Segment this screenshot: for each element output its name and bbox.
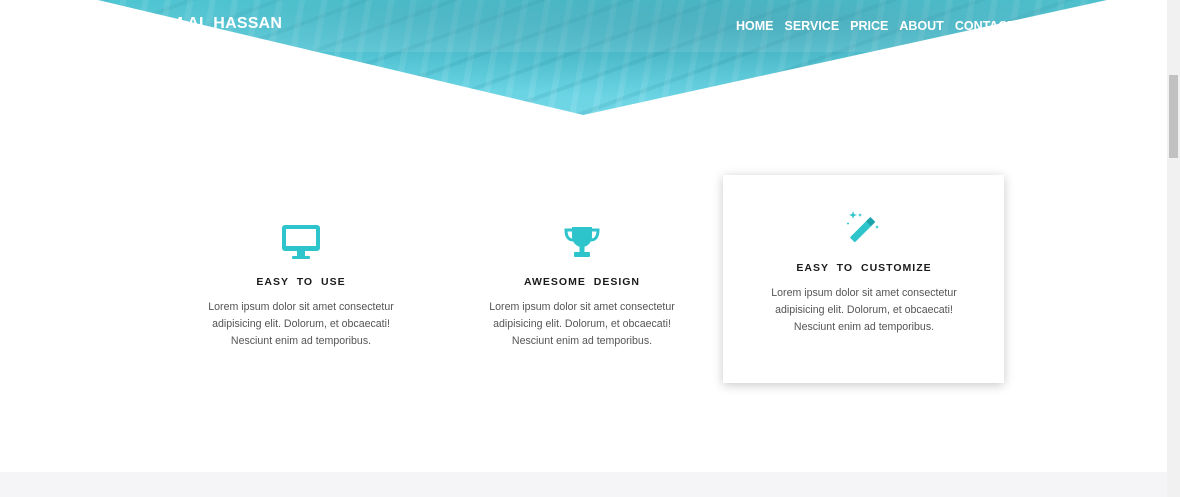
feature-title: EASY TO CUSTOMIZE (796, 262, 932, 274)
nav-about[interactable]: ABOUT (899, 19, 943, 33)
scrollbar-thumb[interactable] (1169, 75, 1178, 158)
nav-price[interactable]: PRICE (850, 19, 888, 33)
feature-text-line: Nesciunt enim ad temporibus. (230, 335, 372, 347)
feature-title: EASY TO USE (256, 276, 346, 288)
nav-service[interactable]: SERVICE (785, 19, 840, 33)
next-section-band (0, 472, 1167, 497)
feature-text-line: adipisicing elit. Dolorum, et obcaecati! (493, 318, 671, 330)
monitor-icon (282, 225, 320, 259)
feature-text-line: adipisicing elit. Dolorum, et obcaecati! (212, 318, 390, 330)
nav-home[interactable]: HOME (736, 19, 774, 33)
trophy-icon (564, 227, 600, 257)
magic-wand-icon (846, 211, 879, 243)
page: IM AL HASSAN HOME SERVICE PRICE ABOUT CO… (0, 0, 1167, 497)
feature-easy-to-use: EASY TO USE Lorem ipsum dolor sit amet c… (160, 224, 442, 350)
brand-logo[interactable]: IM AL HASSAN (176, 15, 316, 33)
main-nav: HOME SERVICE PRICE ABOUT CONTACT (736, 19, 1026, 33)
nav-contact[interactable]: CONTACT (955, 19, 1015, 33)
feature-text-line: Lorem ipsum dolor sit amet consectetur (208, 301, 394, 313)
feature-easy-to-customize: EASY TO CUSTOMIZE Lorem ipsum dolor sit … (723, 209, 1005, 336)
feature-text-line: Lorem ipsum dolor sit amet consectetur (771, 287, 957, 299)
feature-title: AWESOME DESIGN (523, 276, 640, 288)
feature-awesome-design: AWESOME DESIGN Lorem ipsum dolor sit ame… (441, 224, 723, 350)
feature-text-line: Nesciunt enim ad temporibus. (793, 321, 935, 333)
page-scrollbar[interactable] (1167, 0, 1180, 497)
feature-text-line: Lorem ipsum dolor sit amet consectetur (489, 301, 675, 313)
feature-text-line: adipisicing elit. Dolorum, et obcaecati! (775, 304, 953, 316)
feature-text-line: Nesciunt enim ad temporibus. (511, 335, 653, 347)
